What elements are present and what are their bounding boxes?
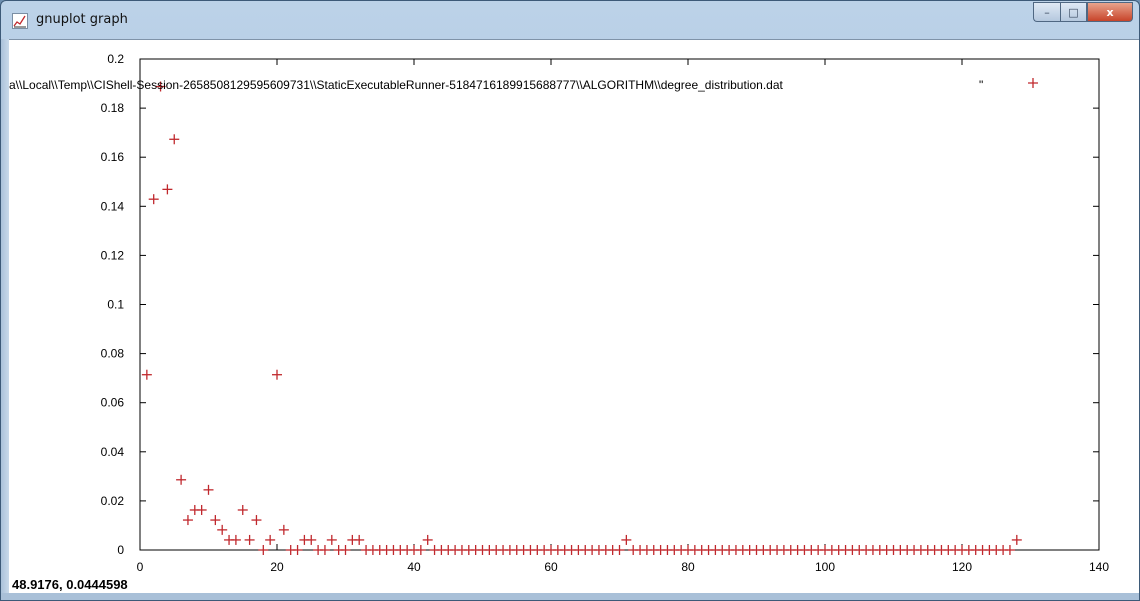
x-tick-label: 60: [544, 560, 558, 574]
y-tick-label: 0.06: [101, 396, 125, 410]
data-point: [1004, 545, 1015, 555]
gnuplot-window: gnuplot graph – □ x 0 20 40 60 80 100 120 140 0 0…: [0, 0, 1140, 601]
data-point: [278, 524, 289, 535]
x-tick-label: 0: [137, 560, 144, 574]
legend-label: a\\Local\\Temp\\CIShell-Session-26585081…: [9, 78, 784, 92]
data-point: [196, 504, 207, 515]
x-tick-label: 120: [952, 560, 972, 574]
data-point: [210, 515, 221, 526]
tick-labels: 0 20 40 60 80 100 120 140 0 0.02 0.04 0.06 0.08 0.1 0.…: [101, 52, 1110, 574]
y-tick-label: 0.2: [107, 52, 124, 66]
data-point: [148, 194, 159, 205]
data-point: [326, 534, 337, 545]
window-bottom-border: [1, 593, 1139, 600]
data-point: [203, 484, 214, 495]
data-points: [141, 78, 1038, 555]
data-point: [422, 534, 433, 545]
data-point: [217, 524, 228, 535]
plot-canvas[interactable]: 0 20 40 60 80 100 120 140 0 0.02 0.04 0.06 0.08 0.1 0.…: [9, 39, 1140, 594]
x-tick-label: 100: [815, 560, 835, 574]
data-point: [340, 545, 351, 555]
window-title: gnuplot graph: [36, 12, 128, 27]
y-tick-label: 0.04: [101, 445, 125, 459]
window-controls: – □ x: [1033, 2, 1133, 22]
x-tick-label: 40: [407, 560, 421, 574]
minimize-icon: –: [1044, 5, 1050, 19]
window-left-border: [1, 39, 9, 593]
legend-marker: [1028, 78, 1038, 88]
maximize-icon: □: [1068, 5, 1079, 19]
y-tick-label: 0.1: [107, 298, 124, 312]
plot-border: [139, 58, 1100, 551]
data-point: [265, 534, 276, 545]
scatter-chart[interactable]: 0 20 40 60 80 100 120 140 0 0.02 0.04 0.06 0.08 0.1 0.…: [9, 40, 1140, 594]
data-point: [272, 369, 282, 380]
y-tick-label: 0.08: [101, 347, 125, 361]
data-point: [621, 534, 632, 545]
data-point: [176, 474, 187, 485]
data-point: [1011, 534, 1022, 545]
gnuplot-graph-icon[interactable]: [12, 13, 28, 29]
data-point: [319, 545, 330, 555]
title-bar[interactable]: gnuplot graph – □ x: [1, 1, 1139, 39]
data-point: [244, 534, 255, 545]
y-tick-label: 0.16: [101, 150, 125, 164]
close-button[interactable]: x: [1087, 2, 1133, 22]
y-tick-label: 0: [117, 543, 124, 557]
data-point: [306, 534, 317, 545]
y-tick-label: 0.12: [101, 248, 125, 262]
data-point: [169, 134, 180, 145]
y-tick-label: 0.18: [101, 101, 125, 115]
data-point: [162, 184, 173, 195]
data-point: [292, 545, 303, 555]
data-point: [614, 545, 625, 555]
data-point: [354, 534, 365, 545]
y-tick-label: 0.14: [101, 199, 125, 213]
legend-quote: ": [979, 78, 983, 92]
x-tick-label: 140: [1089, 560, 1109, 574]
x-tick-label: 20: [270, 560, 284, 574]
maximize-button[interactable]: □: [1060, 2, 1087, 22]
x-tick-label: 80: [681, 560, 695, 574]
data-point: [182, 515, 193, 526]
data-point: [251, 515, 262, 526]
data-point: [141, 369, 152, 380]
coordinate-readout: 48.9176, 0.0444598: [12, 577, 128, 592]
minimize-button[interactable]: –: [1033, 2, 1060, 22]
data-point: [237, 504, 248, 515]
axes: [139, 58, 1100, 551]
data-point: [258, 545, 269, 555]
data-point: [230, 534, 241, 545]
close-icon: x: [1106, 5, 1114, 19]
data-point: [415, 545, 426, 555]
y-tick-label: 0.02: [101, 494, 125, 508]
